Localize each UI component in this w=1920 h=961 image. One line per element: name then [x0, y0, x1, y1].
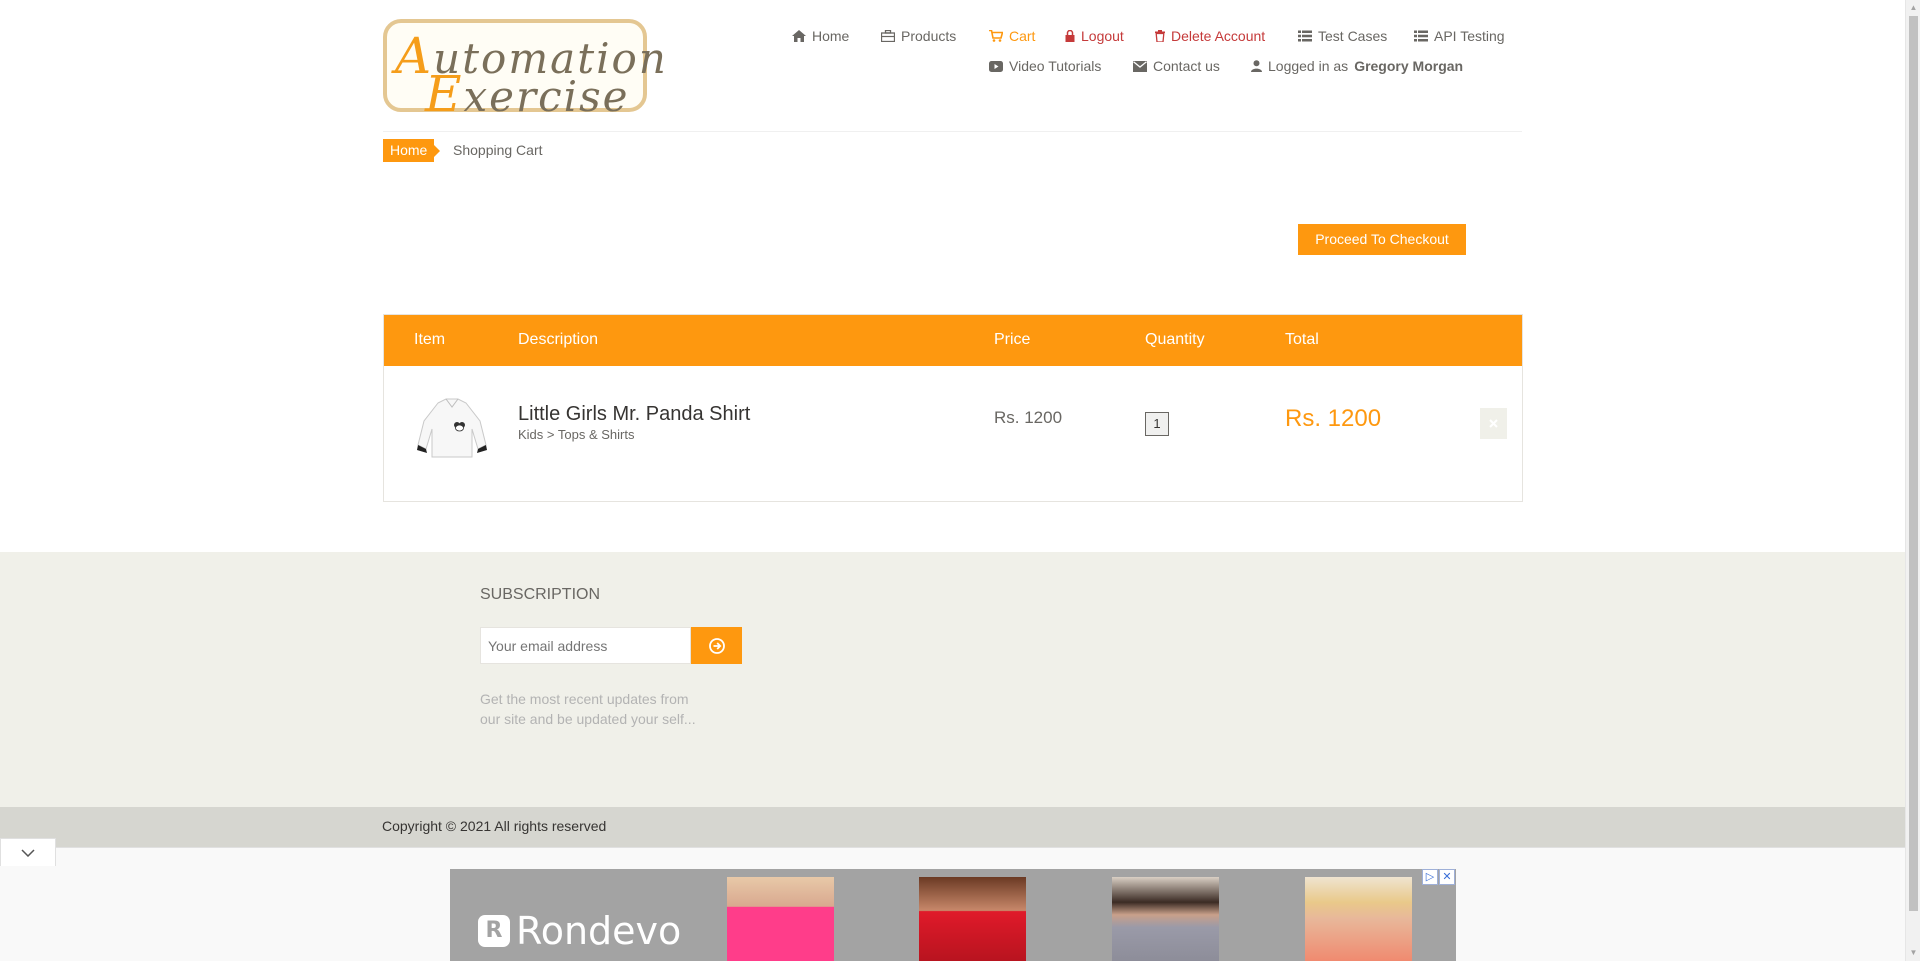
nav-cart-label: Cart [1009, 28, 1036, 44]
product-name[interactable]: Little Girls Mr. Panda Shirt [518, 403, 750, 426]
youtube-play-icon [989, 60, 1003, 72]
nav-api-testing-label: API Testing [1434, 28, 1505, 44]
nav-delete-account-label: Delete Account [1171, 28, 1266, 44]
proceed-to-checkout-button[interactable]: Proceed To Checkout [1298, 224, 1466, 255]
logo-text-2: xercise [463, 72, 630, 121]
header-quantity: Quantity [1145, 331, 1205, 348]
user-icon [1251, 60, 1262, 72]
ad-brand: R Rondevo [478, 909, 681, 953]
trash-icon [1155, 30, 1165, 42]
logged-in-username: Gregory Morgan [1354, 58, 1464, 74]
product-quantity[interactable]: 1 [1145, 412, 1169, 436]
logged-in-prefix: Logged in as [1268, 58, 1349, 74]
nav-home[interactable]: Home [792, 28, 849, 44]
envelope-icon [1133, 60, 1147, 72]
nav-video-tutorials-label: Video Tutorials [1009, 58, 1102, 74]
product-price: Rs. 1200 [994, 408, 1063, 427]
list-icon [1414, 30, 1428, 42]
nav-logout[interactable]: Logout [1065, 28, 1124, 44]
nav-video-tutorials[interactable]: Video Tutorials [989, 58, 1101, 74]
header-divider [383, 131, 1522, 132]
ad-close-icon[interactable]: ✕ [1439, 869, 1455, 885]
header-description: Description [518, 331, 599, 348]
product-category: Kids > Tops & Shirts [518, 427, 635, 442]
list-icon [1298, 30, 1312, 42]
copyright-text: Copyright © 2021 All rights reserved [382, 818, 607, 834]
ad-photo[interactable] [727, 877, 834, 961]
nav-logged-in-user[interactable]: Logged in as Gregory Morgan [1251, 58, 1463, 74]
footer-bottom [0, 807, 1905, 847]
subscription-text: Get the most recent updates from our sit… [480, 691, 696, 727]
nav-logout-label: Logout [1081, 28, 1124, 44]
ad-photo[interactable] [1112, 877, 1219, 961]
logo-cap-e: E [425, 65, 464, 123]
cart-table: Item Description Price Quantity Total Li… [383, 314, 1523, 502]
ad-banner[interactable]: R Rondevo ▷ ✕ [450, 869, 1456, 961]
delete-item-button[interactable] [1480, 408, 1507, 439]
subscription-email-input[interactable] [480, 627, 691, 664]
nav-products-label: Products [901, 28, 957, 44]
ad-brand-name: Rondevo [516, 909, 682, 953]
scroll-up-arrow-icon[interactable]: ▲ [1906, 0, 1920, 16]
cart-table-header: Item Description Price Quantity Total [384, 315, 1522, 366]
vertical-scrollbar[interactable]: ▲ ▼ [1905, 0, 1920, 961]
scroll-down-arrow-icon[interactable]: ▼ [1906, 945, 1920, 961]
breadcrumb-home[interactable]: Home [383, 139, 441, 162]
nav-contact-us[interactable]: Contact us [1133, 58, 1220, 74]
ad-info-icon[interactable]: ▷ [1422, 869, 1438, 885]
subscribe-button[interactable] [691, 627, 742, 664]
nav-home-label: Home [812, 28, 850, 44]
product-total: Rs. 1200 [1285, 405, 1382, 432]
lock-icon [1065, 30, 1075, 42]
scrollbar-thumb[interactable] [1909, 16, 1918, 911]
close-icon [1489, 419, 1498, 428]
nav-delete-account[interactable]: Delete Account [1155, 28, 1265, 44]
nav-contact-us-label: Contact us [1153, 58, 1220, 74]
briefcase-icon [881, 30, 895, 42]
nav-test-cases[interactable]: Test Cases [1298, 28, 1387, 44]
header-total: Total [1285, 331, 1319, 348]
subscription-title: SUBSCRIPTION [480, 586, 601, 603]
breadcrumb-current: Shopping Cart [453, 142, 543, 158]
ad-photo[interactable] [919, 877, 1026, 961]
nav-test-cases-label: Test Cases [1318, 28, 1388, 44]
nav-products[interactable]: Products [881, 28, 956, 44]
nav-api-testing[interactable]: API Testing [1414, 28, 1505, 44]
shopping-cart-icon [989, 30, 1003, 42]
footer-widget [0, 552, 1905, 807]
ad-collapse-button[interactable] [0, 838, 56, 866]
header-item: Item [414, 331, 446, 348]
header-price: Price [994, 331, 1031, 348]
nav-cart[interactable]: Cart [989, 28, 1035, 44]
shirt-product-image[interactable] [414, 395, 490, 461]
logo-line-2: Exercise [425, 65, 629, 123]
ad-brand-mark-icon: R [478, 915, 510, 947]
ad-photo[interactable] [1305, 877, 1412, 961]
site-logo[interactable]: Automation Exercise [383, 19, 666, 123]
page: Automation Exercise Home Products Cart L… [0, 0, 1920, 961]
chevron-down-icon [21, 848, 35, 857]
arrow-circle-right-icon [708, 637, 725, 654]
home-icon [792, 30, 806, 42]
